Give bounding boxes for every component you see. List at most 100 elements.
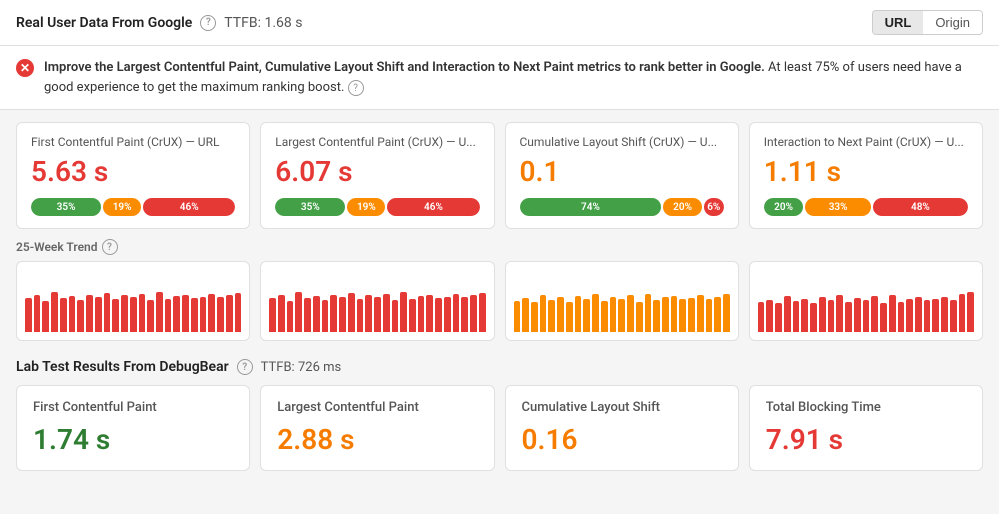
trend-bar: [601, 301, 608, 332]
trend-bar: [86, 295, 93, 332]
crux-progress-bar: 35% 19% 46%: [275, 198, 479, 216]
trend-bar: [147, 300, 154, 332]
trend-bar: [959, 294, 966, 332]
trend-bar: [645, 294, 652, 332]
trend-bar: [426, 295, 433, 332]
trend-bar: [950, 300, 957, 332]
trend-bar: [322, 300, 329, 332]
crux-card-value: 6.07 s: [275, 155, 479, 188]
trend-bar: [522, 298, 529, 332]
trend-chart-3: [749, 261, 983, 341]
trend-bar: [42, 301, 49, 332]
trend-bar: [540, 295, 547, 332]
crux-card-2: Cumulative Layout Shift (CrUX) — U... 0.…: [505, 122, 739, 229]
trend-bar: [104, 293, 111, 332]
trend-bar: [662, 297, 669, 332]
trend-bar: [863, 300, 870, 332]
trend-bar: [25, 298, 32, 332]
crux-card-value: 5.63 s: [31, 155, 235, 188]
url-button[interactable]: URL: [873, 11, 924, 34]
trend-chart-2: [505, 261, 739, 341]
trend-bar: [339, 297, 346, 332]
trend-bar: [200, 297, 207, 332]
trend-bar: [295, 292, 302, 332]
crux-card-title: Largest Contentful Paint (CrUX) — U...: [275, 135, 479, 149]
trend-bar: [610, 297, 617, 332]
trend-bar: [775, 303, 782, 332]
trend-bar: [618, 299, 625, 332]
trend-bar: [575, 296, 582, 332]
trend-bar: [348, 293, 355, 332]
trend-bar: [156, 292, 163, 332]
crux-progress-bar: 35% 19% 46%: [31, 198, 235, 216]
trend-bar: [435, 298, 442, 332]
trend-bar: [374, 297, 381, 332]
lab-info-icon[interactable]: ?: [237, 359, 253, 375]
title-info-icon[interactable]: ?: [200, 15, 216, 31]
lab-card-3: Total Blocking Time 7.91 s: [749, 385, 983, 471]
trend-bar: [548, 300, 555, 332]
origin-button[interactable]: Origin: [923, 11, 982, 34]
trend-bar: [165, 299, 172, 332]
crux-progress-bar: 74% 20% 6%: [520, 198, 724, 216]
trend-bar: [112, 299, 119, 332]
trend-chart-1: [260, 261, 494, 341]
progress-segment: 46%: [387, 198, 479, 216]
trend-bar: [418, 296, 425, 332]
trend-label: 25-Week Trend ?: [16, 239, 983, 255]
progress-segment: 48%: [873, 198, 968, 216]
trend-bar: [278, 295, 285, 332]
trend-bar: [915, 297, 922, 332]
trend-bar: [697, 295, 704, 332]
crux-card-1: Largest Contentful Paint (CrUX) — U... 6…: [260, 122, 494, 229]
lab-card-title: First Contentful Paint: [33, 400, 233, 415]
trend-bar: [627, 295, 634, 332]
trend-bar: [470, 295, 477, 332]
trend-charts-row: [16, 261, 983, 341]
lab-ttfb-display: TTFB: 726 ms: [261, 360, 342, 375]
trend-bar: [854, 298, 861, 332]
trend-bar: [34, 295, 41, 332]
trend-bar: [139, 294, 146, 332]
trend-bar: [191, 298, 198, 332]
trend-bar: [330, 295, 337, 332]
progress-segment: 20%: [663, 198, 701, 216]
progress-segment: 35%: [275, 198, 345, 216]
trend-bar: [941, 297, 948, 332]
trend-bar: [514, 301, 521, 332]
trend-bar: [898, 302, 905, 332]
trend-bar: [479, 293, 486, 332]
progress-segment: 20%: [764, 198, 804, 216]
lab-card-value: 2.88 s: [277, 423, 477, 456]
trend-bar: [723, 294, 730, 332]
progress-segment: 35%: [31, 198, 101, 216]
trend-section: 25-Week Trend ?: [0, 235, 999, 349]
trend-bar: [121, 295, 128, 332]
progress-segment: 74%: [520, 198, 662, 216]
trend-bar: [453, 294, 460, 332]
crux-card-value: 0.1: [520, 155, 724, 188]
lab-section-header: Lab Test Results From DebugBear ? TTFB: …: [0, 349, 999, 379]
trend-bar: [906, 299, 913, 332]
trend-bar: [409, 299, 416, 332]
alert-icon: ✕: [16, 59, 34, 77]
alert-bar: ✕ Improve the Largest Contentful Paint, …: [0, 46, 999, 110]
trend-bar: [531, 302, 538, 332]
trend-bar: [653, 300, 660, 332]
alert-info-icon[interactable]: ?: [348, 80, 364, 96]
trend-bar: [932, 299, 939, 332]
trend-bar: [688, 298, 695, 332]
trend-bar: [758, 302, 765, 332]
trend-bar: [793, 301, 800, 332]
trend-bar: [836, 295, 843, 332]
url-origin-toggle[interactable]: URL Origin: [872, 10, 983, 35]
trend-info-icon[interactable]: ?: [102, 239, 118, 255]
crux-progress-bar: 20% 33% 48%: [764, 198, 968, 216]
lab-cards-row: First Contentful Paint 1.74 s Largest Co…: [0, 379, 999, 487]
lab-card-title: Cumulative Layout Shift: [522, 400, 722, 415]
crux-card-3: Interaction to Next Paint (CrUX) — U... …: [749, 122, 983, 229]
crux-card-title: First Contentful Paint (CrUX) — URL: [31, 135, 235, 149]
lab-card-0: First Contentful Paint 1.74 s: [16, 385, 250, 471]
trend-bar: [592, 294, 599, 332]
trend-chart-0: [16, 261, 250, 341]
